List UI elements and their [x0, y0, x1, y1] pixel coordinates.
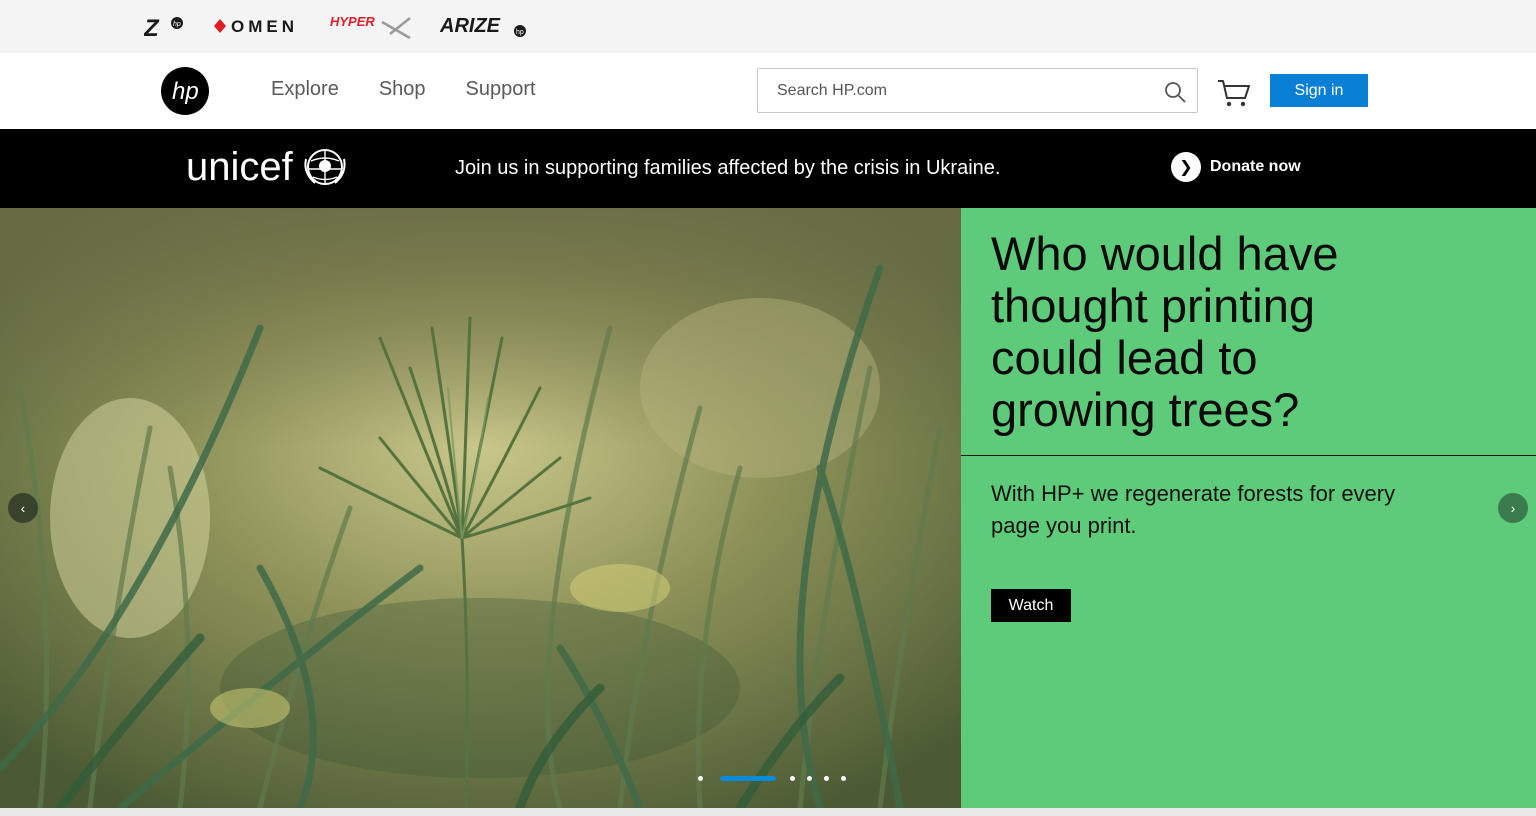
carousel-dot[interactable]	[807, 776, 812, 781]
carousel-next-button[interactable]: ›	[1498, 493, 1528, 523]
nav-item-shop[interactable]: Shop	[379, 76, 426, 102]
sign-in-button[interactable]: Sign in	[1270, 74, 1368, 107]
carousel-dot[interactable]	[790, 776, 795, 781]
carousel-prev-button[interactable]: ‹	[8, 493, 38, 523]
chevron-right-icon: ›	[1510, 500, 1516, 516]
hero-text-panel: Who would have thought printing could le…	[961, 208, 1536, 808]
hp-logo[interactable]: hp	[161, 67, 209, 115]
unicef-banner: unicef Join us in supporting families af…	[0, 129, 1536, 208]
unicef-wordmark: unicef	[186, 145, 293, 189]
banner-message: Join us in supporting families affected …	[455, 157, 1001, 179]
page-bottom-strip	[0, 808, 1536, 816]
grass-seedling-image	[0, 208, 961, 808]
watch-button[interactable]: Watch	[991, 589, 1071, 622]
search-icon[interactable]	[1163, 80, 1187, 104]
hero-carousel: Who would have thought printing could le…	[0, 208, 1536, 808]
svg-text:hp: hp	[516, 29, 524, 36]
donate-now-link[interactable]: ❯ Donate now	[1171, 152, 1301, 182]
omen-logo-icon: OMEN	[214, 17, 298, 36]
unicef-logo: unicef	[186, 145, 349, 189]
carousel-pagination	[698, 776, 858, 781]
chevron-right-icon: ❯	[1171, 152, 1201, 182]
svg-text:Z: Z	[144, 15, 160, 38]
hyperx-logo-icon: HYPER	[330, 14, 411, 40]
svg-text:OMEN: OMEN	[231, 17, 298, 36]
hp-logo-icon: hp	[172, 78, 199, 105]
z-brand-link[interactable]: Z hp	[144, 12, 186, 40]
hyperx-brand-link[interactable]: HYPER	[330, 12, 414, 40]
arize-logo-icon: ARIZE hp	[440, 15, 526, 37]
svg-text:hp: hp	[173, 21, 181, 28]
svg-text:hp: hp	[172, 78, 199, 105]
cart-icon[interactable]	[1217, 78, 1251, 108]
z-logo-icon: Z hp	[144, 15, 183, 38]
arize-brand-link[interactable]: ARIZE hp	[440, 12, 530, 40]
chevron-left-icon: ‹	[20, 500, 26, 516]
omen-brand-link[interactable]: OMEN	[213, 12, 303, 40]
sub-brand-bar: Z hp OMEN HYPER ARIZE hp	[0, 0, 1536, 53]
svg-text:HYPER: HYPER	[330, 14, 375, 29]
donate-label: Donate now	[1210, 158, 1301, 175]
carousel-dot[interactable]	[824, 776, 829, 781]
carousel-dot-active[interactable]	[720, 776, 776, 781]
primary-nav: Explore Shop Support	[271, 76, 536, 102]
nav-item-support[interactable]: Support	[466, 76, 536, 102]
nav-item-explore[interactable]: Explore	[271, 76, 339, 102]
hero-divider	[961, 455, 1536, 456]
hero-image	[0, 208, 961, 808]
svg-text:ARIZE: ARIZE	[440, 15, 501, 37]
search-box	[757, 68, 1198, 113]
search-input[interactable]	[777, 69, 1157, 112]
carousel-dot[interactable]	[841, 776, 846, 781]
hero-title: Who would have thought printing could le…	[991, 227, 1339, 436]
unicef-emblem-icon	[304, 149, 346, 185]
hero-subtitle: With HP+ we regenerate forests for every…	[991, 481, 1396, 538]
main-header: hp Explore Shop Support Sign in	[0, 53, 1536, 129]
carousel-dot[interactable]	[698, 776, 703, 781]
